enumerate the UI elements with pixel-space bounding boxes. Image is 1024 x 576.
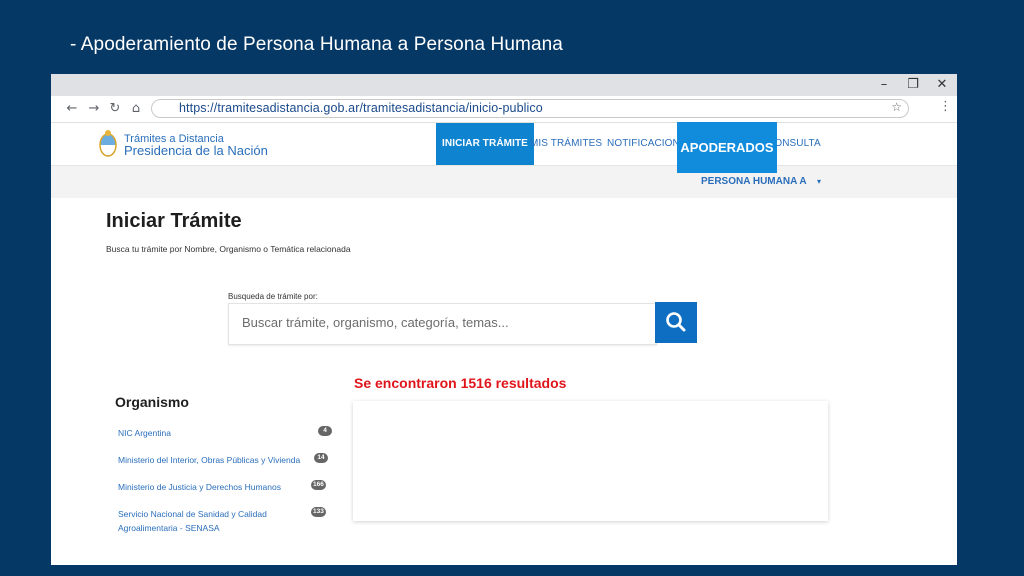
close-icon[interactable]: ✕ [931, 75, 953, 95]
results-panel [353, 401, 828, 521]
home-icon[interactable]: ⌂ [127, 99, 145, 119]
organismo-item[interactable]: Ministerio de Justicia y Derechos Humano… [118, 480, 281, 494]
browser-menu-icon[interactable]: ⋮ [939, 99, 952, 114]
browser-screenshot: – ❐ ✕ ← → ↻ ⌂ https://tramitesadistancia… [51, 74, 957, 565]
count-badge: 166 [311, 480, 326, 490]
window-titlebar: – ❐ ✕ [51, 74, 957, 96]
url-text[interactable]: https://tramitesadistancia.gob.ar/tramit… [179, 101, 543, 115]
nav-apoderados[interactable]: APODERADOS [677, 122, 777, 173]
browser-toolbar: ← → ↻ ⌂ https://tramitesadistancia.gob.a… [51, 96, 957, 123]
nav-mis-tramites[interactable]: MIS TRÁMITES [530, 123, 602, 165]
back-icon[interactable]: ← [63, 99, 81, 119]
organismo-item[interactable]: Ministerio del Interior, Obras Públicas … [118, 453, 300, 467]
persona-dropdown[interactable]: PERSONA HUMANA A ▾ [701, 176, 821, 187]
search-icon [666, 312, 686, 332]
slide-title: - Apoderamiento de Persona Humana a Pers… [70, 34, 563, 55]
bookmark-star-icon[interactable]: ☆ [891, 100, 902, 114]
search-label: Busqueda de trámite por: [228, 292, 318, 301]
nav-iniciar-tramite[interactable]: INICIAR TRÁMITE [436, 123, 534, 165]
subheader-bar: PERSONA HUMANA A ▾ [51, 166, 957, 198]
organismo-heading: Organismo [115, 394, 189, 410]
search-input[interactable] [240, 314, 644, 331]
address-bar[interactable]: https://tramitesadistancia.gob.ar/tramit… [151, 99, 909, 118]
reload-icon[interactable]: ↻ [106, 99, 124, 119]
count-badge: 4 [318, 426, 332, 436]
restore-icon[interactable]: ❐ [902, 75, 924, 95]
search-button[interactable] [655, 302, 697, 343]
coat-of-arms-icon [99, 130, 117, 157]
minimize-icon[interactable]: – [873, 75, 895, 95]
forward-icon[interactable]: → [85, 99, 103, 119]
organismo-item[interactable]: Servicio Nacional de Sanidad y Calidad A… [118, 507, 298, 535]
persona-label: PERSONA HUMANA A [701, 176, 807, 187]
count-badge: 14 [314, 453, 328, 463]
search-field[interactable] [228, 303, 657, 345]
count-badge: 133 [311, 507, 326, 517]
page-title: Iniciar Trámite [106, 210, 242, 232]
logo-subtitle[interactable]: Presidencia de la Nación [124, 143, 268, 158]
caret-down-icon: ▾ [816, 177, 821, 186]
site-header: Trámites a Distancia Presidencia de la N… [51, 123, 957, 166]
results-count: Se encontraron 1516 resultados [354, 375, 567, 391]
page-subtitle: Busca tu trámite por Nombre, Organismo o… [106, 244, 351, 254]
organismo-item[interactable]: NIC Argentina [118, 426, 171, 440]
